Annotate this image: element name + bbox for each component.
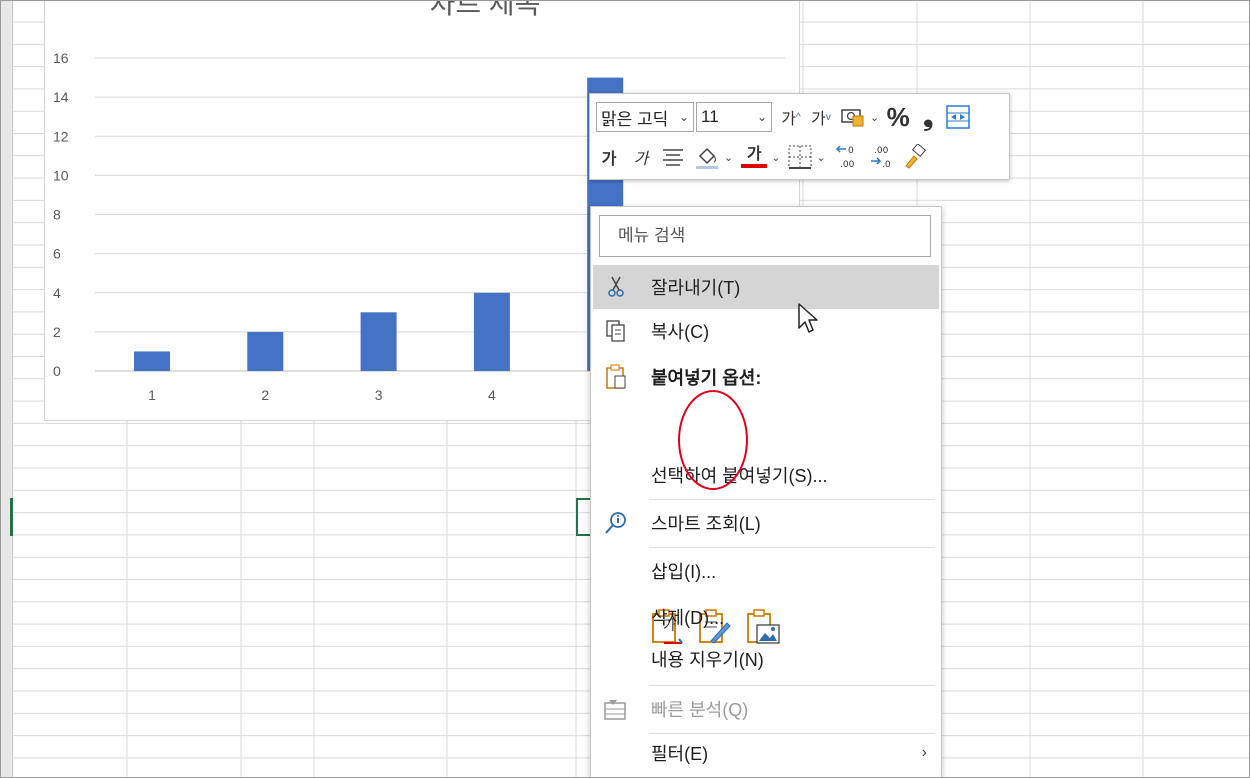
- y-tick-label: 4: [53, 285, 61, 301]
- mouse-cursor-icon: [798, 303, 818, 333]
- comma-style-icon: ❟: [923, 101, 934, 131]
- bar-1: [134, 351, 170, 371]
- bold-button[interactable]: 가: [596, 142, 622, 172]
- y-tick-label: 10: [53, 167, 69, 183]
- paste-icon: [593, 364, 639, 390]
- menu-item-smart-lookup-label: 스마트 조회(L): [651, 514, 761, 534]
- paste-options-label: 붙여넣기 옵션:: [651, 368, 762, 388]
- menu-search-input[interactable]: 메뉴 검색: [599, 215, 931, 257]
- menu-item-filter[interactable]: 필터(E) ›: [593, 731, 939, 775]
- x-tick-label: 3: [375, 387, 383, 403]
- align-center-icon: [663, 149, 683, 166]
- x-tick-label: 4: [488, 387, 496, 403]
- chevron-down-icon: ⌄: [870, 111, 880, 124]
- paste-options-header: 붙여넣기 옵션:: [593, 355, 939, 399]
- chevron-down-icon: ⌄: [771, 151, 781, 164]
- increase-font-button[interactable]: 가 ^: [778, 102, 804, 132]
- chevron-down-icon: ⌄: [816, 151, 826, 164]
- merge-center-icon: [946, 105, 970, 129]
- row-header-strip[interactable]: [0, 0, 13, 778]
- menu-item-quick-analysis[interactable]: 빠른 분석(Q): [593, 687, 939, 731]
- y-tick-label: 6: [53, 246, 61, 262]
- menu-item-insert[interactable]: 삽입(I)...: [593, 549, 939, 593]
- bold-icon: 가: [601, 151, 617, 168]
- menu-item-quick-analysis-label: 빠른 분석(Q): [651, 700, 749, 720]
- bar-3: [360, 312, 397, 371]
- fill-color-button[interactable]: ⌄: [694, 142, 733, 172]
- increase-decimal-icon: 0.00: [835, 145, 855, 170]
- bar-4: [473, 292, 510, 371]
- italic-icon: 가: [633, 151, 649, 168]
- italic-button[interactable]: 가: [628, 142, 654, 172]
- font-name-value: 맑은 고딕: [601, 109, 669, 129]
- smart-lookup-icon: [593, 510, 639, 536]
- scissors-icon: [593, 275, 639, 299]
- format-painter-icon: [904, 144, 926, 169]
- menu-item-delete-label: 삭제(D)...: [651, 608, 725, 628]
- increase-font-icon: 가: [781, 111, 797, 128]
- font-name-combo[interactable]: 맑은 고딕 ⌄: [596, 102, 694, 132]
- quick-analysis-icon: [593, 697, 639, 721]
- menu-item-clear-contents[interactable]: 내용 지우기(N): [593, 637, 939, 681]
- menu-item-delete[interactable]: 삭제(D)...: [593, 595, 939, 639]
- mini-toolbar: 맑은 고딕 ⌄ 11 ⌄ 가 ^ 가v ⌄ % ❟ 가 가 ⌄ 가 ⌄ ⌄ 0 …: [589, 93, 1010, 180]
- menu-item-cut[interactable]: 잘라내기(T): [593, 265, 939, 309]
- svg-text:.00: .00: [874, 146, 889, 156]
- percent-icon: %: [886, 101, 910, 132]
- menu-item-smart-lookup[interactable]: 스마트 조회(L): [593, 501, 939, 545]
- accounting-format-icon: [841, 109, 864, 127]
- font-size-value: 11: [701, 107, 719, 126]
- percent-button[interactable]: %: [885, 102, 911, 132]
- svg-text:0: 0: [848, 146, 854, 156]
- context-menu: 메뉴 검색 잘라내기(T) 복사(C) 붙여넣기 옵션: 가 선택하여 붙여넣기…: [590, 206, 942, 778]
- comma-style-button[interactable]: ❟: [915, 101, 941, 132]
- menu-item-copy-label: 복사(C): [651, 322, 710, 342]
- decrease-decimal-icon: .00.0: [870, 146, 891, 170]
- y-tick-label: 12: [53, 128, 69, 144]
- svg-text:.0: .0: [882, 160, 891, 170]
- y-tick-label: 2: [53, 324, 61, 340]
- menu-item-paste-special[interactable]: 선택하여 붙여넣기(S)...: [593, 453, 939, 497]
- y-tick-label: 0: [53, 363, 61, 379]
- chevron-right-icon: ›: [921, 744, 927, 761]
- decrease-font-icon: 가: [811, 111, 826, 128]
- menu-item-filter-label: 필터(E): [651, 744, 709, 764]
- menu-item-copy[interactable]: 복사(C): [593, 309, 939, 353]
- copy-icon: [593, 319, 639, 343]
- x-tick-label: 2: [261, 387, 269, 403]
- font-color-swatch: [741, 164, 768, 168]
- menu-item-insert-label: 삽입(I)...: [651, 562, 717, 582]
- accounting-format-button[interactable]: ⌄: [840, 102, 879, 132]
- y-tick-label: 16: [53, 50, 69, 66]
- menu-separator: [649, 547, 935, 548]
- merge-center-button[interactable]: [945, 102, 971, 132]
- fill-color-icon: [696, 147, 718, 169]
- increase-decimal-button[interactable]: 0.00: [834, 142, 862, 172]
- chevron-down-icon: ⌄: [678, 110, 689, 124]
- y-tick-label: 14: [53, 89, 69, 105]
- menu-separator: [649, 685, 935, 686]
- chevron-down-icon: ⌄: [756, 110, 767, 124]
- menu-separator: [649, 499, 935, 500]
- borders-button[interactable]: ⌄: [788, 142, 826, 172]
- annotation-circle: [678, 390, 748, 490]
- x-tick-label: 1: [148, 387, 156, 403]
- menu-item-clear-contents-label: 내용 지우기(N): [651, 650, 764, 670]
- decrease-decimal-button[interactable]: .00.0: [868, 142, 896, 172]
- svg-text:.00: .00: [840, 160, 855, 170]
- font-color-icon: 가: [746, 146, 762, 163]
- align-center-button[interactable]: [660, 142, 686, 172]
- format-painter-button[interactable]: [902, 142, 928, 172]
- y-tick-label: 8: [53, 207, 61, 223]
- selected-row-marker: [10, 498, 13, 536]
- menu-search-placeholder: 메뉴 검색: [618, 226, 686, 245]
- chevron-down-icon: ⌄: [724, 151, 734, 164]
- menu-item-cut-label: 잘라내기(T): [651, 278, 741, 298]
- decrease-font-button[interactable]: 가v: [808, 102, 834, 132]
- bar-2: [247, 331, 284, 371]
- font-color-button[interactable]: 가 ⌄: [741, 142, 780, 172]
- font-size-combo[interactable]: 11 ⌄: [696, 102, 772, 132]
- borders-icon: [788, 145, 812, 169]
